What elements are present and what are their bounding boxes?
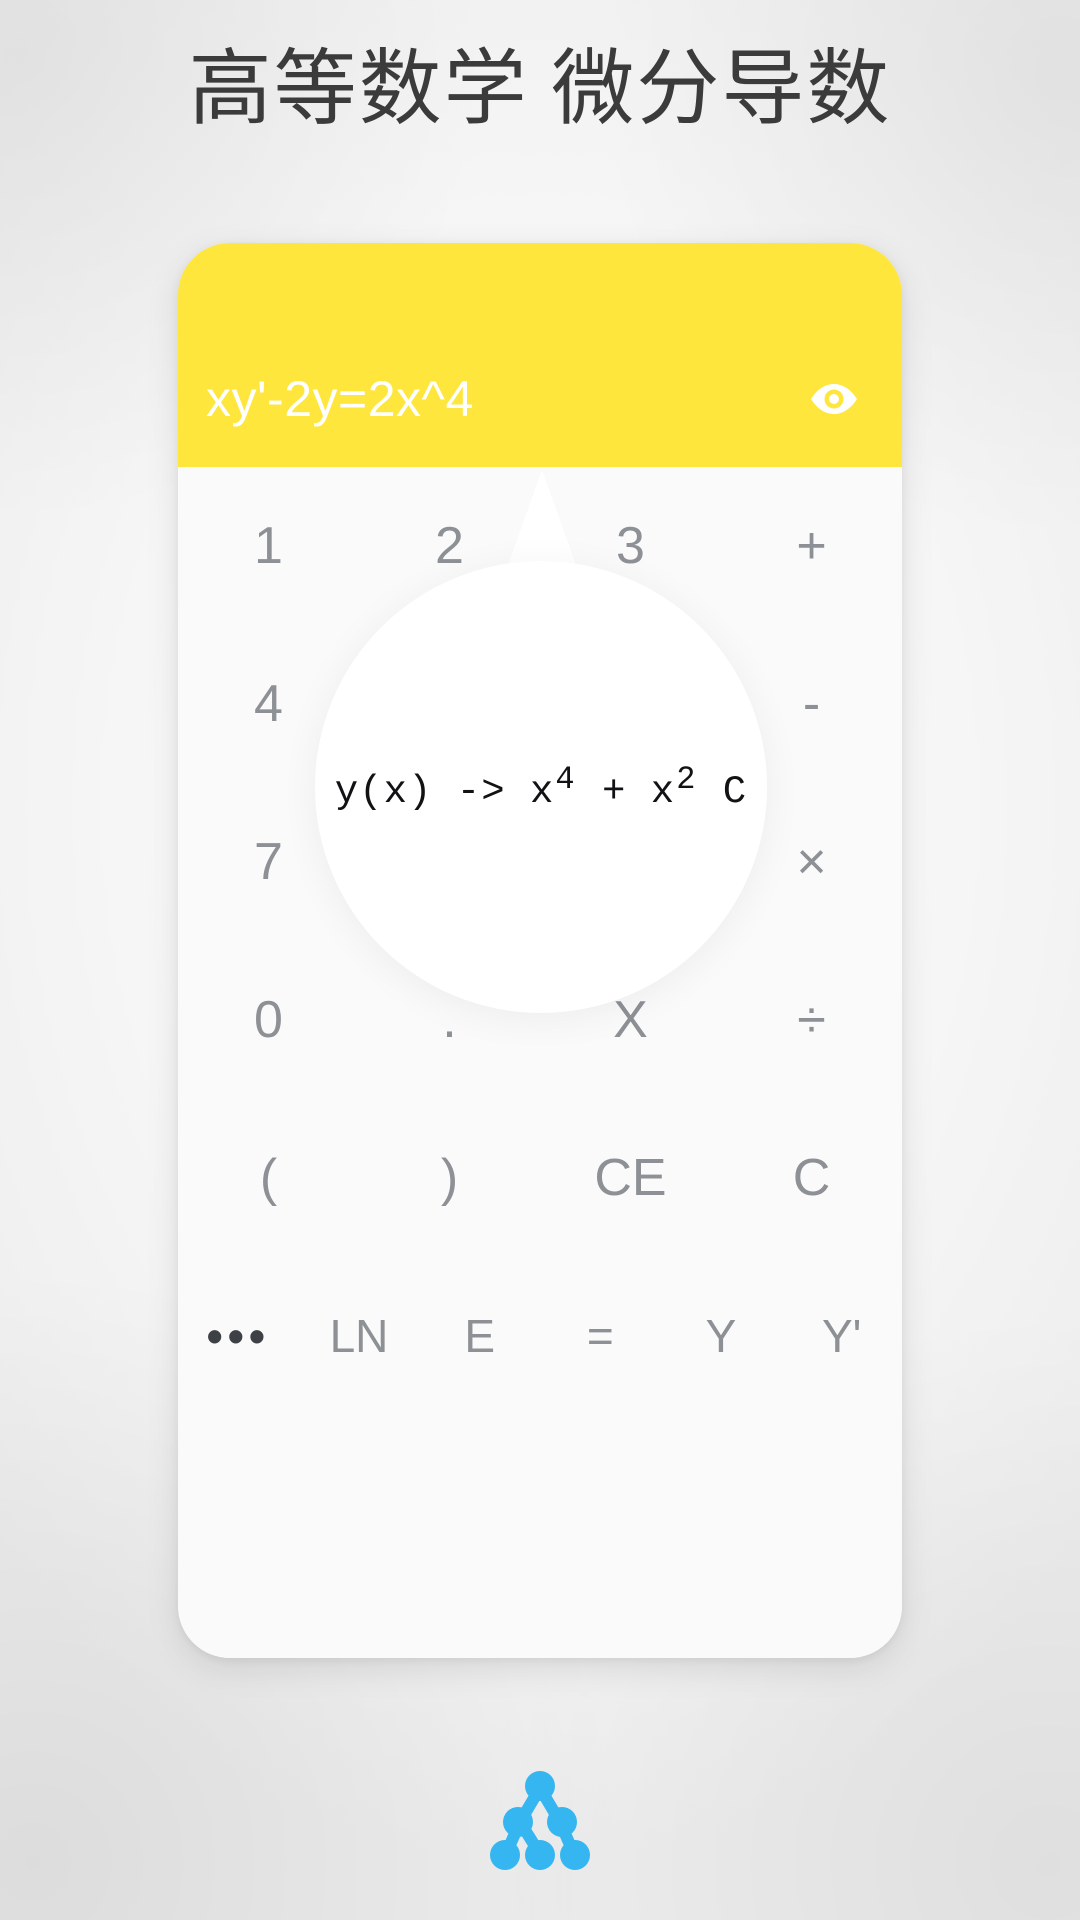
key-plus[interactable]: + <box>721 467 902 625</box>
key-divide[interactable]: ÷ <box>721 941 902 1099</box>
app-header: xy'-2y=2x^4 <box>178 243 902 467</box>
key-equals[interactable]: = <box>540 1257 661 1415</box>
keypad-row-5: ( ) CE C <box>178 1099 902 1257</box>
answer-exponent-1: 4 <box>555 761 576 798</box>
key-e[interactable]: E <box>419 1257 540 1415</box>
key-0[interactable]: 0 <box>178 941 359 1099</box>
answer-bubble: y(x) -> x4 + x2 C <box>315 561 767 1013</box>
answer-expression: y(x) -> x4 + x2 C <box>334 764 748 814</box>
key-clear-all[interactable]: C <box>721 1099 902 1257</box>
key-open-paren[interactable]: ( <box>178 1099 359 1257</box>
expression-input[interactable]: xy'-2y=2x^4 <box>206 363 766 435</box>
promo-page: 高等数学 微分导数 xy'-2y=2x^4 1 2 3 + 4 - 7 × 0 … <box>0 0 1080 1920</box>
answer-middle: + x <box>577 770 676 814</box>
key-y-prime[interactable]: Y' <box>781 1257 902 1415</box>
key-clear-entry[interactable]: CE <box>540 1099 721 1257</box>
page-title: 高等数学 微分导数 <box>188 43 892 135</box>
expression-row: xy'-2y=2x^4 <box>178 363 902 435</box>
key-y[interactable]: Y <box>661 1257 782 1415</box>
answer-exponent-2: 2 <box>676 761 697 798</box>
tree-graph-logo <box>486 1768 594 1876</box>
key-more-options[interactable]: ••• <box>178 1257 299 1415</box>
key-close-paren[interactable]: ) <box>359 1099 540 1257</box>
eye-icon[interactable] <box>804 371 864 427</box>
key-1[interactable]: 1 <box>178 467 359 625</box>
key-ln[interactable]: LN <box>299 1257 420 1415</box>
answer-suffix: C <box>698 770 748 814</box>
answer-prefix: y(x) -> x <box>334 770 555 814</box>
keypad-function-row: ••• LN E = Y Y' <box>178 1257 902 1415</box>
